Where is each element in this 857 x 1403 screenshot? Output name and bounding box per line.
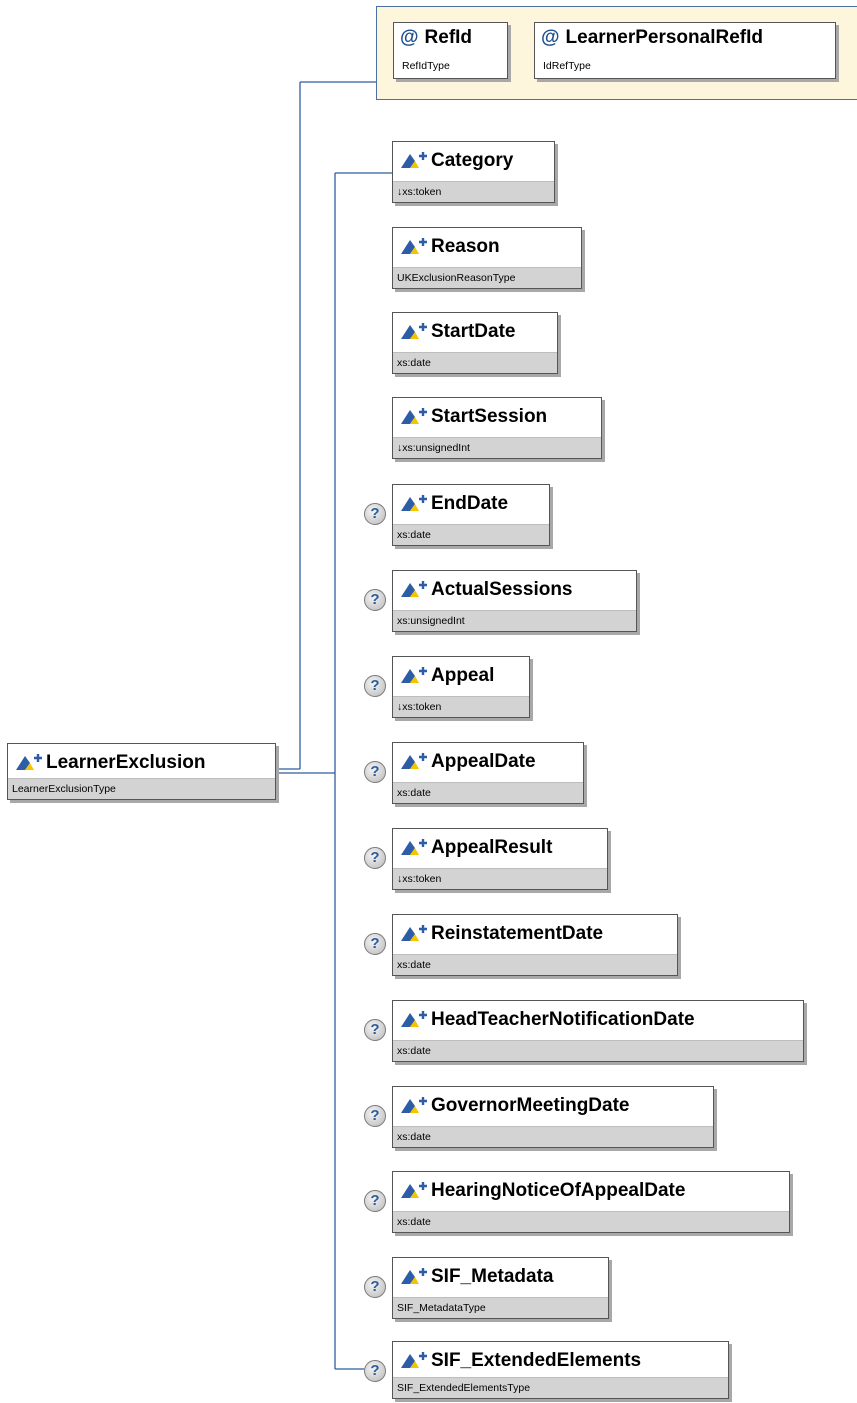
optional-marker-icon: ? [364, 589, 386, 611]
element-startsession[interactable]: StartSession ↓xs:unsignedInt [392, 397, 602, 459]
element-icon [401, 1268, 427, 1284]
attribute-type: RefIdType [402, 60, 450, 72]
element-type: ↓xs:token [393, 868, 607, 889]
element-type: xs:date [393, 352, 557, 373]
optional-marker-icon: ? [364, 761, 386, 783]
element-type: xs:unsignedInt [393, 610, 636, 631]
element-icon [401, 238, 427, 254]
at-sign-icon: @ [541, 27, 560, 48]
element-name: StartDate [431, 321, 516, 342]
element-headteachernotificationdate[interactable]: HeadTeacherNotificationDate xs:date [392, 1000, 804, 1062]
optional-marker-icon: ? [364, 847, 386, 869]
element-name: ReinstatementDate [431, 923, 604, 944]
element-name: AppealResult [431, 837, 553, 858]
element-name: HearingNoticeOfAppealDate [431, 1180, 686, 1201]
element-icon [401, 495, 427, 511]
element-type: SIF_ExtendedElementsType [393, 1377, 728, 1398]
element-reinstatementdate[interactable]: ReinstatementDate xs:date [392, 914, 678, 976]
element-name: StartSession [431, 406, 548, 427]
element-type: xs:date [393, 1211, 789, 1232]
element-icon [401, 152, 427, 168]
element-icon [16, 754, 42, 770]
element-reason[interactable]: Reason UKExclusionReasonType [392, 227, 582, 289]
element-name: Category [431, 150, 514, 171]
attribute-learnerpersonalrefid[interactable]: @ LearnerPersonalRefId IdRefType [534, 22, 836, 79]
element-type: xs:date [393, 782, 583, 803]
element-name: Reason [431, 236, 500, 257]
optional-marker-icon: ? [364, 1190, 386, 1212]
element-name: HeadTeacherNotificationDate [431, 1009, 695, 1030]
element-governormeetingdate[interactable]: GovernorMeetingDate xs:date [392, 1086, 714, 1148]
element-hearingnoticeofappealdate[interactable]: HearingNoticeOfAppealDate xs:date [392, 1171, 790, 1233]
attribute-name: LearnerPersonalRefId [565, 27, 763, 48]
element-appealresult[interactable]: AppealResult ↓xs:token [392, 828, 608, 890]
element-icon [401, 323, 427, 339]
element-icon [401, 1011, 427, 1027]
optional-marker-icon: ? [364, 1360, 386, 1382]
element-icon [401, 408, 427, 424]
element-name: AppealDate [431, 751, 536, 772]
element-sif-metadata[interactable]: SIF_Metadata SIF_MetadataType [392, 1257, 609, 1319]
optional-marker-icon: ? [364, 933, 386, 955]
optional-marker-icon: ? [364, 1019, 386, 1041]
at-sign-icon: @ [400, 27, 419, 48]
element-icon [401, 667, 427, 683]
element-type: xs:date [393, 1126, 713, 1147]
element-startdate[interactable]: StartDate xs:date [392, 312, 558, 374]
element-icon [401, 1182, 427, 1198]
element-name: SIF_ExtendedElements [431, 1350, 642, 1371]
element-icon [401, 753, 427, 769]
element-appeal[interactable]: Appeal ↓xs:token [392, 656, 530, 718]
element-enddate[interactable]: EndDate xs:date [392, 484, 550, 546]
element-category[interactable]: Category ↓xs:token [392, 141, 555, 203]
root-element-name: LearnerExclusion [46, 752, 206, 773]
optional-marker-icon: ? [364, 1276, 386, 1298]
attribute-group: @ RefId RefIdType @ LearnerPersonalRefId I… [376, 6, 857, 100]
element-type: ↓xs:token [393, 696, 529, 717]
element-type: xs:date [393, 954, 677, 975]
attribute-type: IdRefType [543, 60, 591, 72]
element-type: SIF_MetadataType [393, 1297, 608, 1318]
element-actualsessions[interactable]: ActualSessions xs:unsignedInt [392, 570, 637, 632]
attribute-refid[interactable]: @ RefId RefIdType [393, 22, 508, 79]
element-icon [401, 581, 427, 597]
root-element[interactable]: LearnerExclusion LearnerExclusionType [7, 743, 276, 800]
root-element-type: LearnerExclusionType [8, 778, 275, 799]
element-type: ↓xs:token [393, 181, 554, 202]
element-type: ↓xs:unsignedInt [393, 437, 601, 458]
element-name: ActualSessions [431, 579, 573, 600]
element-appealdate[interactable]: AppealDate xs:date [392, 742, 584, 804]
element-icon [401, 1097, 427, 1113]
element-sif-extendedelements[interactable]: SIF_ExtendedElements SIF_ExtendedElement… [392, 1341, 729, 1399]
element-name: EndDate [431, 493, 509, 514]
schema-diagram: LearnerExclusion LearnerExclusionType @ R… [0, 0, 857, 1403]
optional-marker-icon: ? [364, 503, 386, 525]
element-icon [401, 839, 427, 855]
element-icon [401, 1352, 427, 1368]
element-name: GovernorMeetingDate [431, 1095, 630, 1116]
element-type: UKExclusionReasonType [393, 267, 581, 288]
optional-marker-icon: ? [364, 1105, 386, 1127]
element-icon [401, 925, 427, 941]
element-name: SIF_Metadata [431, 1266, 554, 1287]
element-name: Appeal [431, 665, 495, 686]
attribute-name: RefId [424, 27, 473, 48]
optional-marker-icon: ? [364, 675, 386, 697]
element-type: xs:date [393, 524, 549, 545]
element-type: xs:date [393, 1040, 803, 1061]
